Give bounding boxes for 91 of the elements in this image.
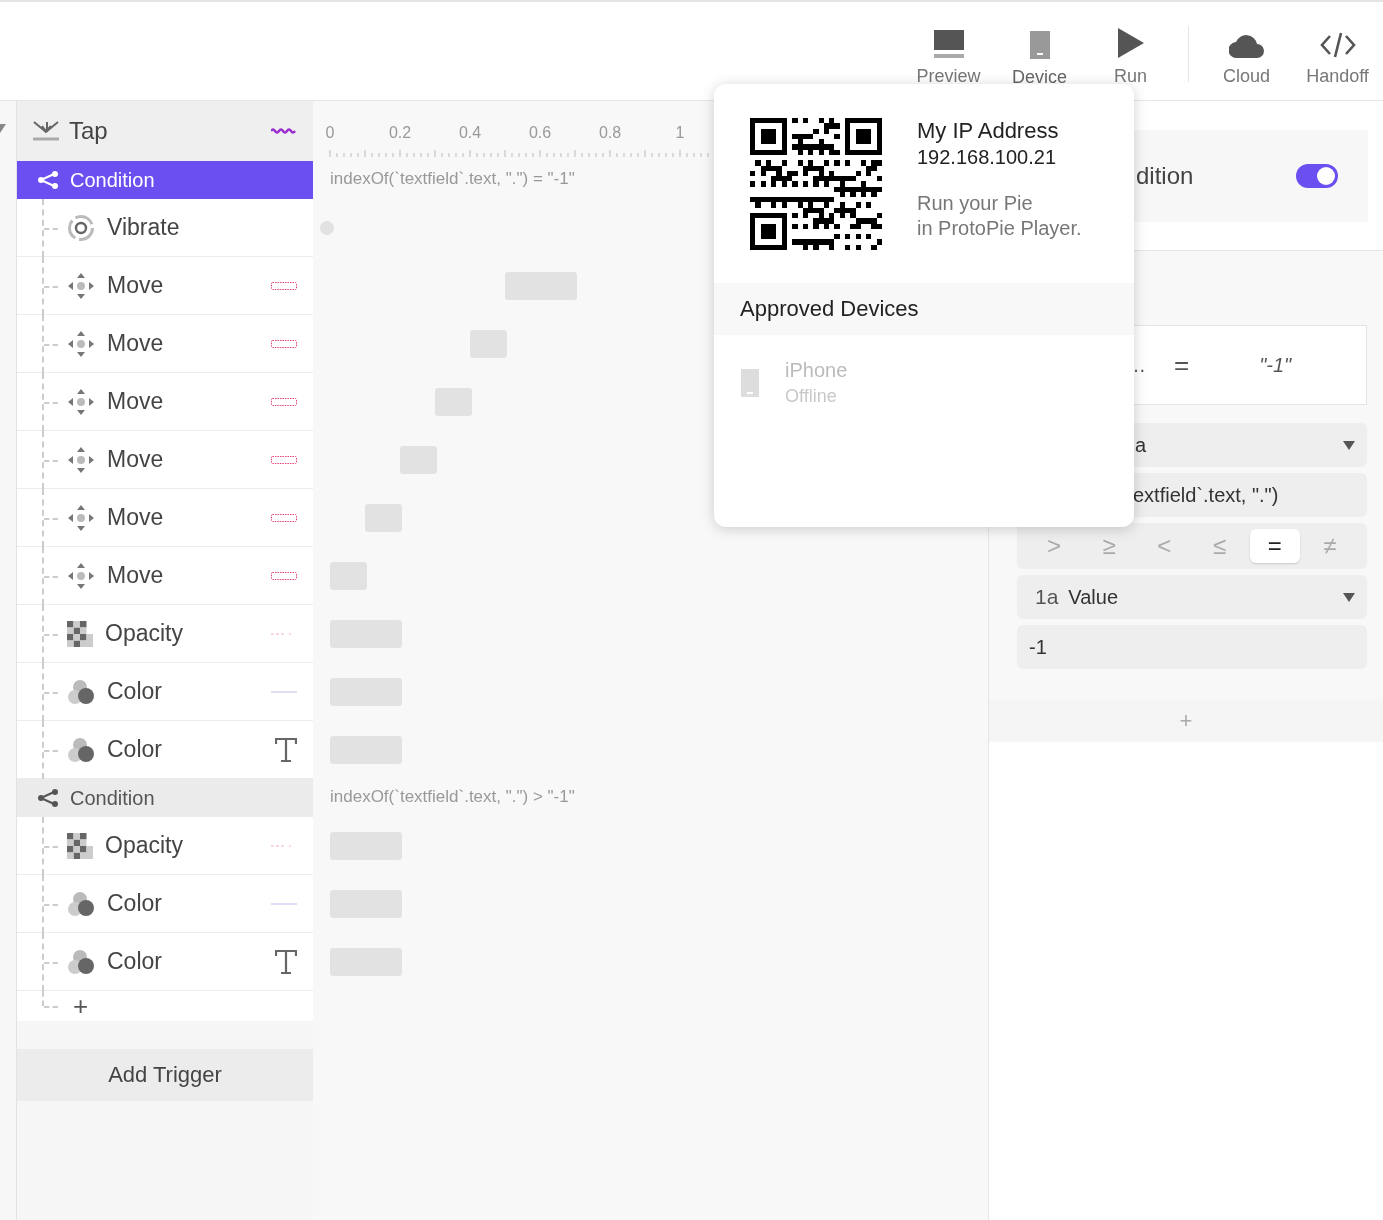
- branch-icon: [38, 171, 60, 189]
- response-label: Move: [107, 504, 164, 531]
- response-label: Move: [107, 272, 164, 299]
- line-marker-icon: [271, 690, 297, 693]
- ip-address: 192.168.100.21: [917, 146, 1058, 169]
- operator-button[interactable]: =: [1249, 529, 1300, 563]
- condition-expression: indexOf(`textfield`.text, ".") > "-1": [330, 787, 575, 807]
- response-label: Color: [107, 948, 162, 975]
- response-row[interactable]: Color: [17, 933, 313, 991]
- toolbar-button[interactable]: Handoff: [1292, 2, 1383, 100]
- response-row[interactable]: Move: [17, 431, 313, 489]
- response-label: Color: [107, 890, 162, 917]
- cloud-icon: [1228, 34, 1265, 58]
- dotted-box-icon: [271, 455, 297, 464]
- caret-icon[interactable]: [0, 124, 6, 134]
- dotted-box-icon: [271, 281, 297, 290]
- response-label: Move: [107, 330, 164, 357]
- response-label: Move: [107, 388, 164, 415]
- target-dropdown[interactable]: 1a Value: [1017, 575, 1367, 619]
- color-icon: [67, 678, 95, 705]
- wave-marker-icon: [271, 128, 297, 134]
- move-icon: [67, 445, 95, 474]
- dotted-box-icon: [271, 513, 297, 522]
- response-row[interactable]: Vibrate: [17, 199, 313, 257]
- response-row[interactable]: Move: [17, 547, 313, 605]
- text-layer-icon: [275, 737, 297, 762]
- section-header: Approved Devices: [714, 283, 1134, 335]
- panel-title: dition: [1136, 162, 1195, 190]
- move-icon: [67, 387, 95, 416]
- response-label: Move: [107, 446, 164, 473]
- branch-icon: [38, 789, 60, 807]
- response-row[interactable]: Opacity: [17, 605, 313, 663]
- response-row[interactable]: Move: [17, 373, 313, 431]
- toolbar-button[interactable]: Run: [1085, 2, 1176, 100]
- response-label: Opacity: [105, 832, 183, 859]
- play-icon: [1117, 28, 1144, 58]
- hint-text: Run your Pie in ProtoPie Player.: [917, 191, 1082, 241]
- response-label: Color: [107, 678, 162, 705]
- dotted-box-icon: [271, 339, 297, 348]
- summary-operator: =: [1174, 349, 1190, 381]
- caret-icon: [1343, 592, 1355, 602]
- code-icon: [1319, 32, 1356, 58]
- condition-row[interactable]: Condition: [17, 161, 313, 199]
- toolbar-button[interactable]: Cloud: [1201, 2, 1292, 100]
- ruler-label: 0: [325, 124, 335, 141]
- trigger-header[interactable]: Tap: [17, 101, 313, 161]
- monitor-icon: [933, 30, 964, 58]
- ruler-label: 0.2: [388, 124, 412, 141]
- response-row[interactable]: Color: [17, 875, 313, 933]
- text-layer-icon: [275, 949, 297, 974]
- ruler-label: 0.8: [598, 124, 622, 141]
- dotted-box-icon: [271, 397, 297, 406]
- response-label: Color: [107, 736, 162, 763]
- phone-icon: [1029, 31, 1050, 59]
- add-response-button[interactable]: +: [67, 993, 95, 1019]
- response-label: Move: [107, 562, 164, 589]
- response-row[interactable]: Move: [17, 315, 313, 373]
- vibrate-icon: [67, 213, 95, 242]
- ruler-label: 1: [675, 124, 685, 141]
- summary-right: "-1": [1259, 353, 1292, 377]
- move-icon: [67, 329, 95, 358]
- response-label: Vibrate: [107, 214, 180, 241]
- checker-icon: [67, 832, 93, 859]
- device-name: iPhone: [785, 359, 848, 382]
- response-row[interactable]: Move: [17, 489, 313, 547]
- toggle-switch[interactable]: [1296, 164, 1338, 188]
- move-icon: [67, 271, 95, 300]
- condition-expression: indexOf(`textfield`.text, ".") = "-1": [330, 169, 575, 189]
- line-marker-icon: [271, 902, 297, 905]
- condition-row[interactable]: Condition: [17, 779, 313, 817]
- phone-icon: [741, 369, 759, 397]
- response-row[interactable]: Opacity: [17, 817, 313, 875]
- add-trigger-button[interactable]: Add Trigger: [17, 1049, 313, 1101]
- move-icon: [67, 561, 95, 590]
- ruler-label: 0.4: [458, 124, 482, 141]
- dotted-box-icon: [271, 571, 297, 580]
- response-row[interactable]: Move: [17, 257, 313, 315]
- ruler-label: 0.6: [528, 124, 552, 141]
- caret-icon: [1343, 440, 1355, 450]
- response-row[interactable]: Color: [17, 663, 313, 721]
- move-icon: [67, 503, 95, 532]
- color-icon: [67, 948, 95, 975]
- checker-icon: [67, 620, 93, 647]
- color-icon: [67, 736, 95, 763]
- trigger-label: Tap: [69, 117, 108, 145]
- response-label: Opacity: [105, 620, 183, 647]
- popup-title: My IP Address: [917, 118, 1060, 144]
- value-field[interactable]: -1: [1017, 625, 1367, 669]
- response-row[interactable]: Color: [17, 721, 313, 779]
- tap-icon: [33, 120, 59, 142]
- color-icon: [67, 890, 95, 917]
